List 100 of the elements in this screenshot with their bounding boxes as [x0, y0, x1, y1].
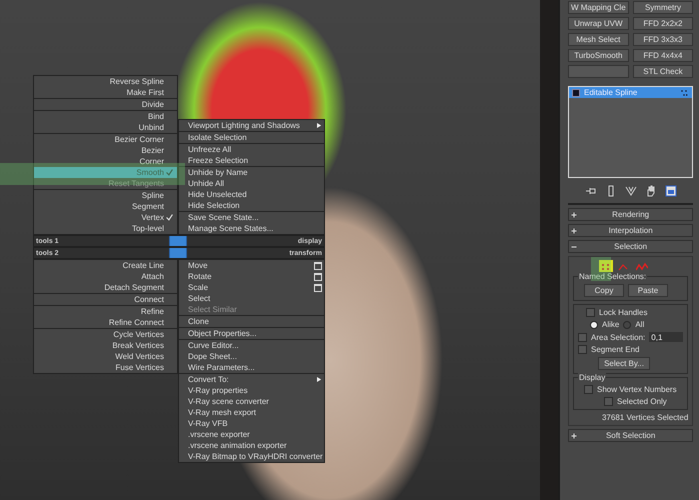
radio-button[interactable]: [590, 320, 598, 328]
menu-item[interactable]: V-Ray Bitmap to VRayHDRI converter: [179, 451, 324, 462]
expand-icon[interactable]: [572, 88, 580, 96]
menu-item[interactable]: Freeze Selection: [179, 155, 324, 166]
radio-label: Alike: [602, 320, 620, 329]
menu-item[interactable]: Manage Scene States...: [179, 223, 324, 234]
status-text: 37681 Vertices Selected: [600, 413, 688, 422]
menu-item[interactable]: V-Ray properties: [179, 385, 324, 396]
menu-item[interactable]: Hide Selection: [179, 200, 324, 211]
menu-item[interactable]: Make First: [34, 87, 177, 98]
minus-icon: [571, 244, 577, 250]
menu-item[interactable]: Weld Vertices: [34, 351, 177, 362]
panel-button[interactable]: Select By...: [598, 357, 650, 370]
checkbox[interactable]: [584, 385, 593, 394]
menu-item[interactable]: V-Ray mesh export: [179, 407, 324, 418]
menu-item[interactable]: Top-level: [34, 223, 177, 234]
modifier-button[interactable]: Mesh Select: [568, 33, 629, 46]
modifier-button[interactable]: TurboSmooth: [568, 49, 629, 62]
menu-item[interactable]: Unhide by Name: [179, 167, 324, 178]
submenu-arrow-icon: [317, 122, 322, 129]
menu-item[interactable]: V-Ray VFB: [179, 418, 324, 429]
menu-item[interactable]: Isolate Selection: [179, 132, 324, 143]
group-title: Display: [578, 373, 606, 382]
checkbox-label: Area Selection:: [591, 332, 646, 342]
menu-item[interactable]: Bezier Corner: [34, 134, 177, 145]
rollout-header[interactable]: Rendering: [568, 208, 694, 221]
menu-item[interactable]: Create Line: [34, 260, 177, 271]
hand-icon: [644, 185, 657, 197]
checkbox[interactable]: [586, 308, 595, 317]
menu-item[interactable]: Fuse Vertices: [34, 362, 177, 373]
menu-item[interactable]: Object Properties...: [179, 328, 324, 339]
rollout-header[interactable]: Soft Selection: [568, 429, 694, 442]
menu-item[interactable]: V-Ray scene converter: [179, 396, 324, 407]
modifier-button[interactable]: FFD 2x2x2: [632, 17, 694, 30]
rollout-header[interactable]: Interpolation: [568, 224, 694, 237]
sub-object-level[interactable]: [635, 260, 649, 273]
menu-item[interactable]: Refine Connect: [34, 317, 177, 328]
menu-item[interactable]: Attach: [34, 271, 177, 282]
menu-item[interactable]: .vrscene animation exporter: [179, 440, 324, 451]
menu-item[interactable]: Rotate: [179, 271, 324, 282]
checkbox[interactable]: [578, 332, 587, 342]
modifier-button[interactable]: FFD 3x3x3: [632, 33, 694, 46]
menu-item[interactable]: Clone: [179, 316, 324, 327]
menu-item[interactable]: Viewport Lighting and Shadows: [179, 120, 324, 131]
panel-button[interactable]: Copy: [584, 284, 624, 297]
menu-item[interactable]: .vrscene exporter: [179, 429, 324, 440]
menu-item[interactable]: Save Scene State...: [179, 212, 324, 223]
menu-item[interactable]: Cycle Vertices: [34, 329, 177, 340]
menu-item[interactable]: Dope Sheet...: [179, 351, 324, 362]
menu-item[interactable]: Vertex: [34, 212, 177, 223]
menu-item[interactable]: Hide Unselected: [179, 189, 324, 200]
menu-item[interactable]: Select: [179, 293, 324, 304]
radio-button[interactable]: [623, 320, 632, 328]
checkbox-label: Lock Handles: [599, 308, 648, 317]
menu-item[interactable]: Divide: [34, 99, 177, 110]
menu-item[interactable]: Scale: [179, 282, 324, 293]
menu-item[interactable]: Unbind: [34, 122, 177, 133]
menu-item[interactable]: Refine: [34, 306, 177, 317]
quad-marker-icon: [169, 248, 187, 258]
pin-icon: [584, 185, 597, 197]
panel-button[interactable]: Paste: [628, 284, 668, 297]
menu-item[interactable]: Connect: [34, 294, 177, 305]
menu-item[interactable]: Unfreeze All: [179, 144, 324, 155]
menu-item[interactable]: Break Vertices: [34, 340, 177, 351]
menu-item[interactable]: Segment: [34, 201, 177, 212]
menu-item[interactable]: Reverse Spline: [34, 76, 177, 87]
checkbox[interactable]: [578, 345, 587, 354]
configure-icon: [664, 185, 677, 197]
modifier-button[interactable]: [568, 65, 629, 78]
modifier-button[interactable]: W Mapping Cle: [568, 1, 629, 14]
radio-label: All: [635, 320, 644, 329]
menu-item[interactable]: Wire Parameters...: [179, 362, 324, 373]
submenu-arrow-icon: [317, 376, 322, 383]
menu-item[interactable]: Curve Editor...: [179, 340, 324, 351]
modifier-button[interactable]: STL Check: [632, 65, 694, 78]
fork-icon: [624, 185, 637, 197]
menu-item[interactable]: Move: [179, 260, 324, 271]
quad-marker-icon: [169, 236, 187, 246]
modifier-button[interactable]: FFD 4x4x4: [632, 49, 694, 62]
menu-item[interactable]: Bind: [34, 111, 177, 122]
modifier-button[interactable]: Unwrap UVW: [568, 17, 629, 30]
menu-item[interactable]: Detach Segment: [34, 282, 177, 293]
menu-item[interactable]: Corner: [34, 156, 177, 167]
rollout-header[interactable]: Selection: [568, 240, 694, 253]
menu-item[interactable]: Convert To:: [179, 374, 324, 385]
checkbox-label: Show Vertex Numbers: [597, 385, 677, 394]
menu-item[interactable]: Spline: [34, 190, 177, 201]
menu-item[interactable]: Unhide All: [179, 178, 324, 189]
spline-icon: [636, 260, 648, 272]
group-title: Named Selections:: [578, 272, 648, 281]
plus-icon: [571, 432, 577, 438]
modifier-button[interactable]: Symmetry: [632, 1, 694, 14]
dots-icon: [679, 88, 690, 96]
plus-icon: [571, 228, 577, 234]
checkbox[interactable]: [604, 397, 613, 406]
checkbox-label: Selected Only: [617, 397, 667, 406]
checkbox-label: Segment End: [591, 345, 640, 354]
sub-object-level[interactable]: [599, 260, 613, 273]
menu-item[interactable]: Bezier: [34, 145, 177, 156]
spinner-field[interactable]: 0,1: [649, 332, 684, 342]
